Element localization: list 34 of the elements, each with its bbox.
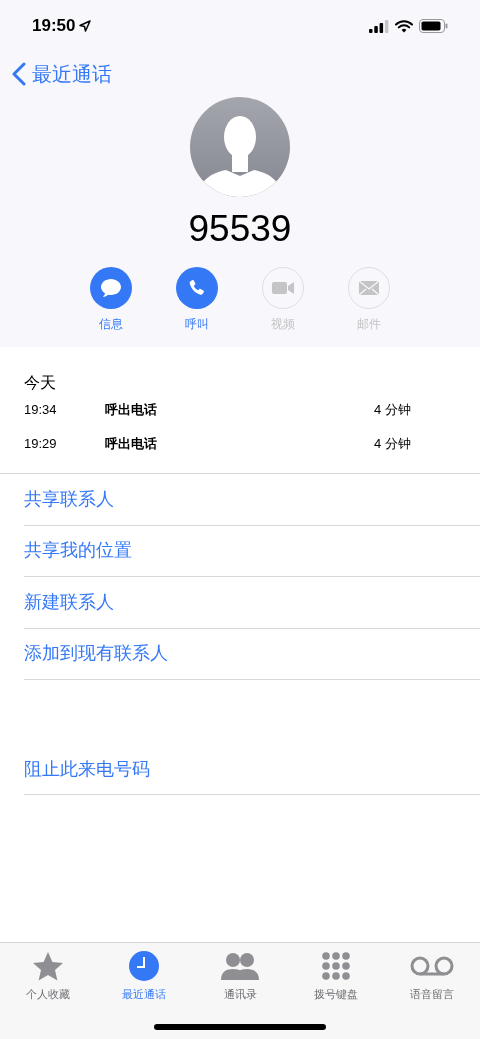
signal-icon	[369, 19, 389, 33]
clock-icon	[129, 951, 159, 981]
people-icon	[220, 952, 260, 980]
tab-bar-item[interactable]: 通讯录	[200, 949, 280, 1003]
contact-option-link[interactable]: 添加到现有联系人	[24, 640, 168, 668]
phone-icon	[187, 278, 207, 298]
call-time: 19:29	[24, 435, 58, 454]
tab-bar-item[interactable]: 最近通话	[104, 949, 184, 1003]
contact-option-link[interactable]: 共享联系人	[24, 485, 114, 513]
voicemail-icon	[410, 956, 454, 976]
status-time: 19:50	[32, 15, 76, 38]
block-number-link[interactable]: 阻止此来电号码	[24, 755, 150, 783]
call-duration: 4 分钟	[374, 435, 411, 454]
chevron-left-icon	[12, 61, 26, 86]
call-time: 19:34	[24, 401, 58, 420]
battery-icon	[419, 19, 448, 33]
star-icon	[32, 950, 64, 982]
location-arrow-icon	[79, 20, 92, 32]
tab-bar-item[interactable]: 语音留言	[392, 949, 472, 1003]
video-camera-icon	[271, 280, 295, 296]
back-button[interactable]: 最近通话	[12, 58, 112, 89]
speech-bubble-icon	[100, 278, 122, 298]
wifi-icon	[395, 19, 413, 33]
contact-option-link[interactable]: 新建联系人	[24, 588, 114, 616]
contact-option-link[interactable]: 共享我的位置	[24, 537, 132, 565]
call-type: 呼出电话	[105, 401, 158, 420]
calls-heading: 今天	[24, 373, 57, 393]
envelope-icon	[358, 280, 380, 296]
phone-number: 95539	[187, 207, 293, 251]
call-type: 呼出电话	[105, 435, 158, 454]
keypad-icon	[322, 952, 350, 980]
tab-bar-item[interactable]: 个人收藏	[8, 949, 88, 1003]
call-duration: 4 分钟	[374, 401, 411, 420]
tab-bar-item[interactable]: 拨号键盘	[296, 949, 376, 1003]
